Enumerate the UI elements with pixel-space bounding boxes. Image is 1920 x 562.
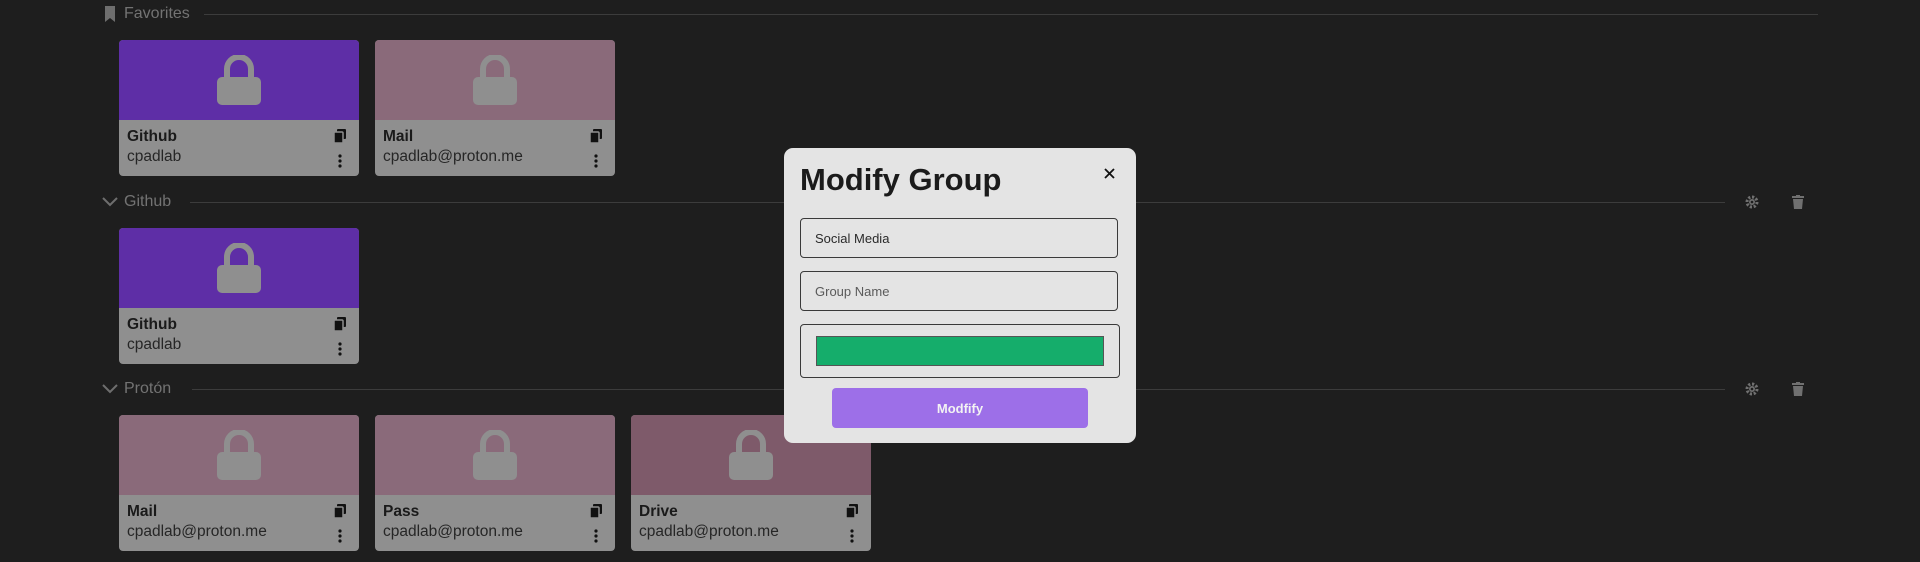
- card-banner: [119, 228, 359, 308]
- card-subtitle: cpadlab@proton.me: [639, 523, 779, 540]
- more-options-icon[interactable]: [333, 341, 347, 357]
- lock-icon: [217, 430, 261, 480]
- card-title: Drive: [639, 503, 678, 520]
- more-options-icon[interactable]: [333, 528, 347, 544]
- gear-icon[interactable]: [1741, 378, 1763, 400]
- chevron-down-icon[interactable]: [102, 381, 118, 397]
- close-icon[interactable]: [1098, 162, 1120, 184]
- card-subtitle: cpadlab@proton.me: [127, 523, 267, 540]
- card-subtitle: cpadlab: [127, 148, 182, 165]
- card-subtitle: cpadlab@proton.me: [383, 523, 523, 540]
- favorites-label: Favorites: [124, 5, 190, 22]
- lock-icon: [217, 243, 261, 293]
- card-favorite-github[interactable]: Github cpadlab: [119, 40, 359, 176]
- group-select-field[interactable]: [800, 218, 1118, 258]
- trash-icon[interactable]: [1787, 191, 1809, 213]
- favorites-header: Favorites: [102, 0, 190, 28]
- proton-group-header[interactable]: Protón: [102, 375, 171, 403]
- lock-icon: [473, 55, 517, 105]
- card-info: Mail cpadlab@proton.me: [375, 120, 615, 176]
- modify-button[interactable]: Modfify: [832, 388, 1088, 428]
- modal-title: Modify Group: [800, 162, 1002, 197]
- copy-icon[interactable]: [845, 503, 859, 519]
- card-info: Drive cpadlab@proton.me: [631, 495, 871, 551]
- github-group-header[interactable]: Github: [102, 188, 171, 216]
- lock-icon: [217, 55, 261, 105]
- gear-icon[interactable]: [1741, 191, 1763, 213]
- copy-icon[interactable]: [589, 503, 603, 519]
- github-group-label: Github: [124, 193, 172, 210]
- more-options-icon[interactable]: [333, 153, 347, 169]
- card-subtitle: cpadlab: [127, 336, 182, 353]
- card-info: Mail cpadlab@proton.me: [119, 495, 359, 551]
- lock-icon: [729, 430, 773, 480]
- copy-icon[interactable]: [333, 503, 347, 519]
- card-banner: [119, 40, 359, 120]
- chevron-down-icon[interactable]: [102, 194, 118, 210]
- card-info: Pass cpadlab@proton.me: [375, 495, 615, 551]
- card-proton-pass[interactable]: Pass cpadlab@proton.me: [375, 415, 615, 551]
- card-info: Github cpadlab: [119, 308, 359, 364]
- card-banner: [375, 415, 615, 495]
- proton-group-label: Protón: [124, 380, 172, 397]
- card-banner: [119, 415, 359, 495]
- color-picker[interactable]: [800, 324, 1120, 378]
- modify-group-modal: Modify Group Modfify: [784, 148, 1136, 443]
- card-info: Github cpadlab: [119, 120, 359, 176]
- bookmark-icon: [102, 6, 118, 22]
- card-title: Mail: [383, 128, 414, 145]
- more-options-icon[interactable]: [845, 528, 859, 544]
- more-options-icon[interactable]: [589, 153, 603, 169]
- card-subtitle: cpadlab@proton.me: [383, 148, 523, 165]
- card-favorite-mail[interactable]: Mail cpadlab@proton.me: [375, 40, 615, 176]
- copy-icon[interactable]: [589, 128, 603, 144]
- more-options-icon[interactable]: [589, 528, 603, 544]
- card-github[interactable]: Github cpadlab: [119, 228, 359, 364]
- copy-icon[interactable]: [333, 316, 347, 332]
- card-title: Github: [127, 316, 177, 333]
- lock-icon: [473, 430, 517, 480]
- copy-icon[interactable]: [333, 128, 347, 144]
- section-divider: [204, 14, 1818, 15]
- card-title: Pass: [383, 503, 420, 520]
- card-title: Github: [127, 128, 177, 145]
- group-name-input[interactable]: [800, 271, 1118, 311]
- card-proton-mail[interactable]: Mail cpadlab@proton.me: [119, 415, 359, 551]
- color-swatch[interactable]: [816, 336, 1104, 366]
- card-title: Mail: [127, 503, 158, 520]
- trash-icon[interactable]: [1787, 378, 1809, 400]
- card-banner: [375, 40, 615, 120]
